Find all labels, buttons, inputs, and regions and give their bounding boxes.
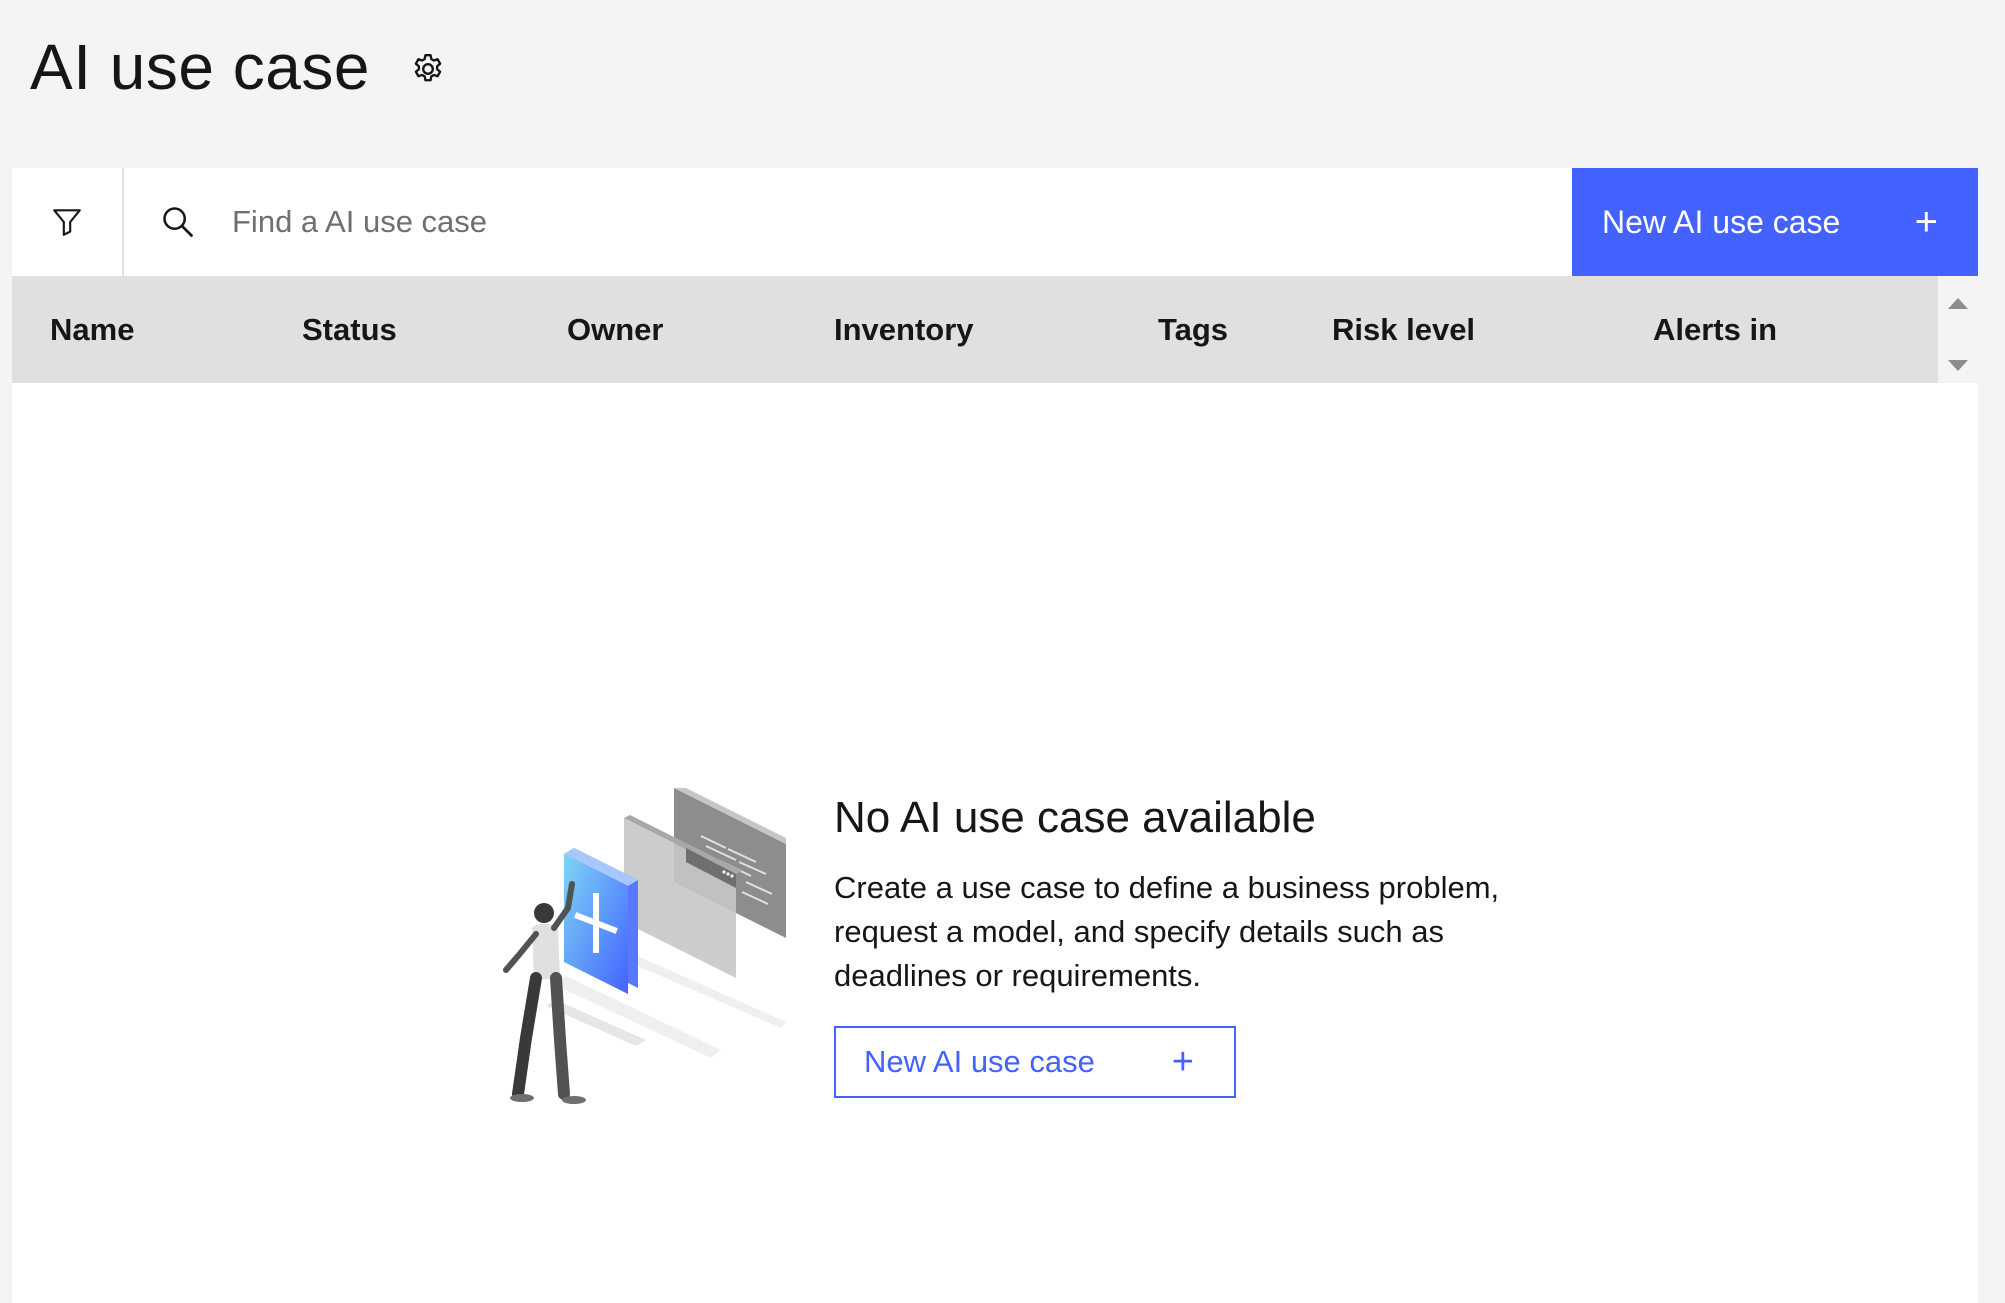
chevron-up-icon[interactable]	[1948, 298, 1968, 309]
empty-state-text: No AI use case available Create a use ca…	[834, 788, 1594, 1098]
settings-button[interactable]	[408, 49, 448, 89]
column-header-status[interactable]: Status	[302, 276, 397, 383]
gear-icon	[414, 54, 442, 82]
table-header-row: Name Status Owner Inventory Tags Risk le…	[12, 276, 1938, 383]
search-bar	[124, 168, 1572, 276]
column-header-name[interactable]: Name	[50, 276, 134, 383]
search-icon	[160, 204, 196, 240]
new-ai-use-case-button[interactable]: New AI use case +	[1572, 168, 1978, 276]
empty-state-new-ai-use-case-button[interactable]: New AI use case +	[834, 1026, 1236, 1098]
search-input[interactable]	[232, 192, 1232, 252]
empty-state-illustration	[503, 788, 786, 1104]
empty-state: No AI use case available Create a use ca…	[456, 788, 1656, 1108]
chevron-down-icon[interactable]	[1948, 360, 1968, 371]
column-header-owner[interactable]: Owner	[567, 276, 663, 383]
empty-state-description: Create a use case to define a business p…	[834, 870, 1500, 993]
page-title: AI use case	[30, 31, 370, 103]
column-header-tags[interactable]: Tags	[1158, 276, 1228, 383]
empty-state-button-label: New AI use case	[864, 1044, 1095, 1079]
filter-button[interactable]	[12, 168, 124, 276]
ai-use-case-table-panel: New AI use case + Name Status Owner Inve…	[12, 168, 1978, 1303]
empty-state-title: No AI use case available	[834, 793, 1316, 842]
header-scroll-controls	[1938, 276, 1978, 383]
filter-icon	[53, 209, 81, 236]
plus-icon: +	[1914, 199, 1938, 244]
column-header-inventory[interactable]: Inventory	[834, 276, 974, 383]
plus-icon: +	[1171, 1040, 1194, 1083]
new-ai-use-case-button-label: New AI use case	[1602, 203, 1841, 240]
column-header-alerts-in[interactable]: Alerts in	[1653, 276, 1777, 383]
table-toolbar: New AI use case +	[12, 168, 1978, 276]
page-header: AI use case	[30, 28, 448, 106]
column-header-risk-level[interactable]: Risk level	[1332, 276, 1475, 383]
